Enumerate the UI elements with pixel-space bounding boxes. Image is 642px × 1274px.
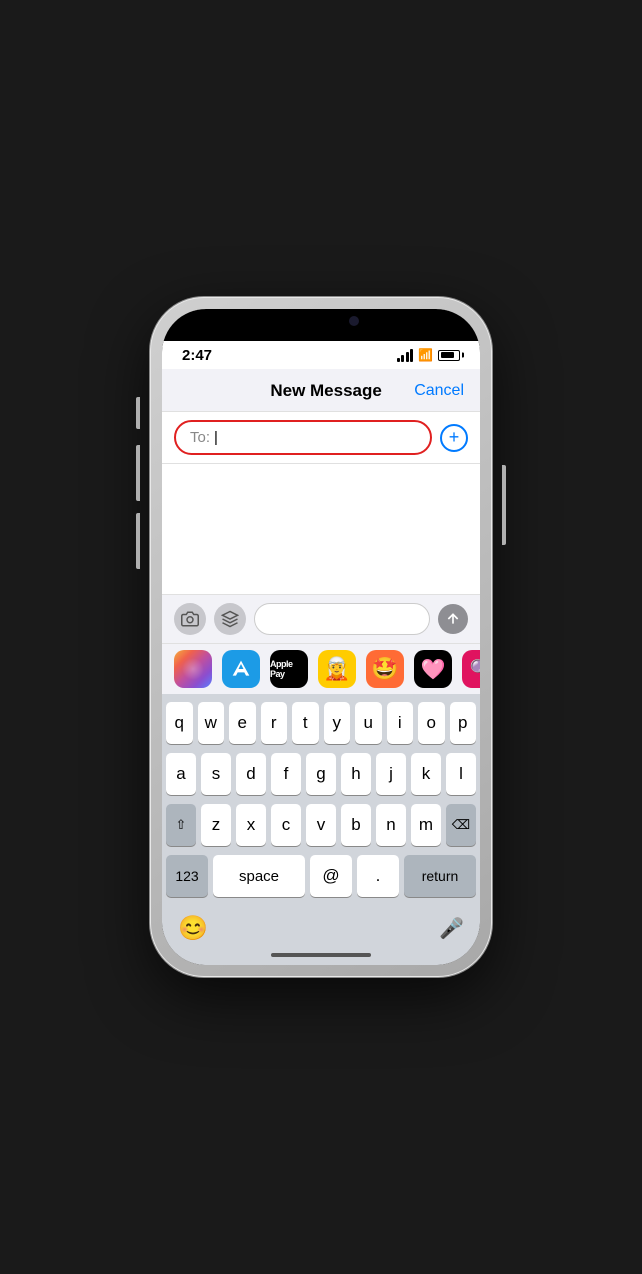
search-app-icon[interactable]: 🔍 bbox=[462, 650, 480, 688]
signal-bar-2 bbox=[401, 355, 404, 362]
mute-button[interactable] bbox=[136, 397, 140, 429]
return-key[interactable]: return bbox=[404, 855, 476, 897]
wifi-icon: 📶 bbox=[418, 348, 433, 362]
camera-button[interactable] bbox=[174, 603, 206, 635]
camera-icon bbox=[181, 610, 199, 628]
keyboard-row-1: q w e r t y u i o p bbox=[166, 702, 476, 744]
memoji1-app-icon[interactable]: 🧝 bbox=[318, 650, 356, 688]
photos-app-icon[interactable] bbox=[174, 650, 212, 688]
appstore-icon bbox=[221, 610, 239, 628]
volume-up-button[interactable] bbox=[136, 445, 140, 501]
search-emoji: 🔍 bbox=[470, 659, 480, 680]
emoji-button[interactable]: 😊 bbox=[178, 914, 208, 943]
signal-bar-3 bbox=[406, 352, 409, 362]
power-button[interactable] bbox=[502, 465, 506, 545]
key-p[interactable]: p bbox=[450, 702, 477, 744]
add-contact-button[interactable]: + bbox=[440, 424, 468, 452]
heart-icon: 🩷 bbox=[421, 657, 446, 682]
memoji2-app-icon[interactable]: 🤩 bbox=[366, 650, 404, 688]
numbers-key[interactable]: 123 bbox=[166, 855, 208, 897]
signal-bar-1 bbox=[397, 358, 400, 362]
volume-down-button[interactable] bbox=[136, 513, 140, 569]
send-arrow-icon bbox=[445, 611, 461, 627]
key-b[interactable]: b bbox=[341, 804, 371, 846]
key-n[interactable]: n bbox=[376, 804, 406, 846]
key-v[interactable]: v bbox=[306, 804, 336, 846]
key-r[interactable]: r bbox=[261, 702, 288, 744]
mic-button[interactable]: 🎤 bbox=[439, 916, 464, 941]
to-field-wrapper: To: | bbox=[174, 420, 432, 455]
keyboard-row-4: 123 space @ . return bbox=[166, 855, 476, 897]
key-o[interactable]: o bbox=[418, 702, 445, 744]
screen-content: 2:47 📶 New Message bbox=[162, 309, 480, 965]
photos-icon bbox=[182, 658, 204, 680]
page-title: New Message bbox=[238, 381, 414, 401]
battery-fill bbox=[441, 352, 455, 358]
home-bar-container bbox=[162, 949, 480, 965]
key-c[interactable]: c bbox=[271, 804, 301, 846]
key-g[interactable]: g bbox=[306, 753, 336, 795]
key-a[interactable]: a bbox=[166, 753, 196, 795]
memoji1-emoji: 🧝 bbox=[323, 656, 350, 682]
appstore-app-icon[interactable] bbox=[222, 650, 260, 688]
home-bar[interactable] bbox=[271, 953, 371, 957]
keyboard-row-2: a s d f g h j k l bbox=[166, 753, 476, 795]
status-icons: 📶 bbox=[397, 348, 460, 362]
phone-screen: 2:47 📶 New Message bbox=[162, 309, 480, 965]
key-u[interactable]: u bbox=[355, 702, 382, 744]
phone-frame: 2:47 📶 New Message bbox=[150, 297, 492, 977]
key-t[interactable]: t bbox=[292, 702, 319, 744]
applepay-app-icon[interactable]: Apple Pay bbox=[270, 650, 308, 688]
status-time: 2:47 bbox=[182, 347, 212, 364]
space-key[interactable]: space bbox=[213, 855, 305, 897]
period-key[interactable]: . bbox=[357, 855, 399, 897]
notch-area bbox=[162, 309, 480, 341]
key-e[interactable]: e bbox=[229, 702, 256, 744]
key-i[interactable]: i bbox=[387, 702, 414, 744]
key-f[interactable]: f bbox=[271, 753, 301, 795]
key-d[interactable]: d bbox=[236, 753, 266, 795]
appstore-button[interactable] bbox=[214, 603, 246, 635]
to-label: To: bbox=[190, 429, 210, 446]
key-q[interactable]: q bbox=[166, 702, 193, 744]
at-key[interactable]: @ bbox=[310, 855, 352, 897]
battery-icon bbox=[438, 350, 460, 361]
key-k[interactable]: k bbox=[411, 753, 441, 795]
key-j[interactable]: j bbox=[376, 753, 406, 795]
key-h[interactable]: h bbox=[341, 753, 371, 795]
notch bbox=[261, 309, 381, 335]
delete-key[interactable]: ⌫ bbox=[446, 804, 476, 846]
key-x[interactable]: x bbox=[236, 804, 266, 846]
key-z[interactable]: z bbox=[201, 804, 231, 846]
message-input[interactable] bbox=[254, 603, 430, 635]
key-l[interactable]: l bbox=[446, 753, 476, 795]
keyboard-row-3: ⇧ z x c v b n m ⌫ bbox=[166, 804, 476, 846]
key-s[interactable]: s bbox=[201, 753, 231, 795]
camera-dot bbox=[349, 316, 359, 326]
key-m[interactable]: m bbox=[411, 804, 441, 846]
send-button[interactable] bbox=[438, 604, 468, 634]
signal-icon bbox=[397, 349, 414, 362]
memoji2-emoji: 🤩 bbox=[371, 656, 398, 682]
key-y[interactable]: y bbox=[324, 702, 351, 744]
heart-app-icon[interactable]: 🩷 bbox=[414, 650, 452, 688]
keyboard: q w e r t y u i o p a s d f g h bbox=[162, 694, 480, 910]
applepay-label: Apple Pay bbox=[270, 659, 308, 679]
to-field-container: To: | + bbox=[162, 412, 480, 464]
input-toolbar bbox=[162, 594, 480, 643]
keyboard-bottom-bar: 😊 🎤 bbox=[162, 910, 480, 949]
cancel-button[interactable]: Cancel bbox=[414, 382, 464, 400]
message-area[interactable] bbox=[162, 464, 480, 594]
app-strip: Apple Pay 🧝 🤩 🩷 🔍 bbox=[162, 643, 480, 694]
navigation-header: New Message Cancel bbox=[162, 369, 480, 412]
status-bar: 2:47 📶 bbox=[162, 341, 480, 369]
to-input[interactable]: | bbox=[214, 429, 218, 446]
shift-key[interactable]: ⇧ bbox=[166, 804, 196, 846]
appstore-a-icon bbox=[231, 659, 251, 679]
key-w[interactable]: w bbox=[198, 702, 225, 744]
signal-bar-4 bbox=[410, 349, 413, 362]
